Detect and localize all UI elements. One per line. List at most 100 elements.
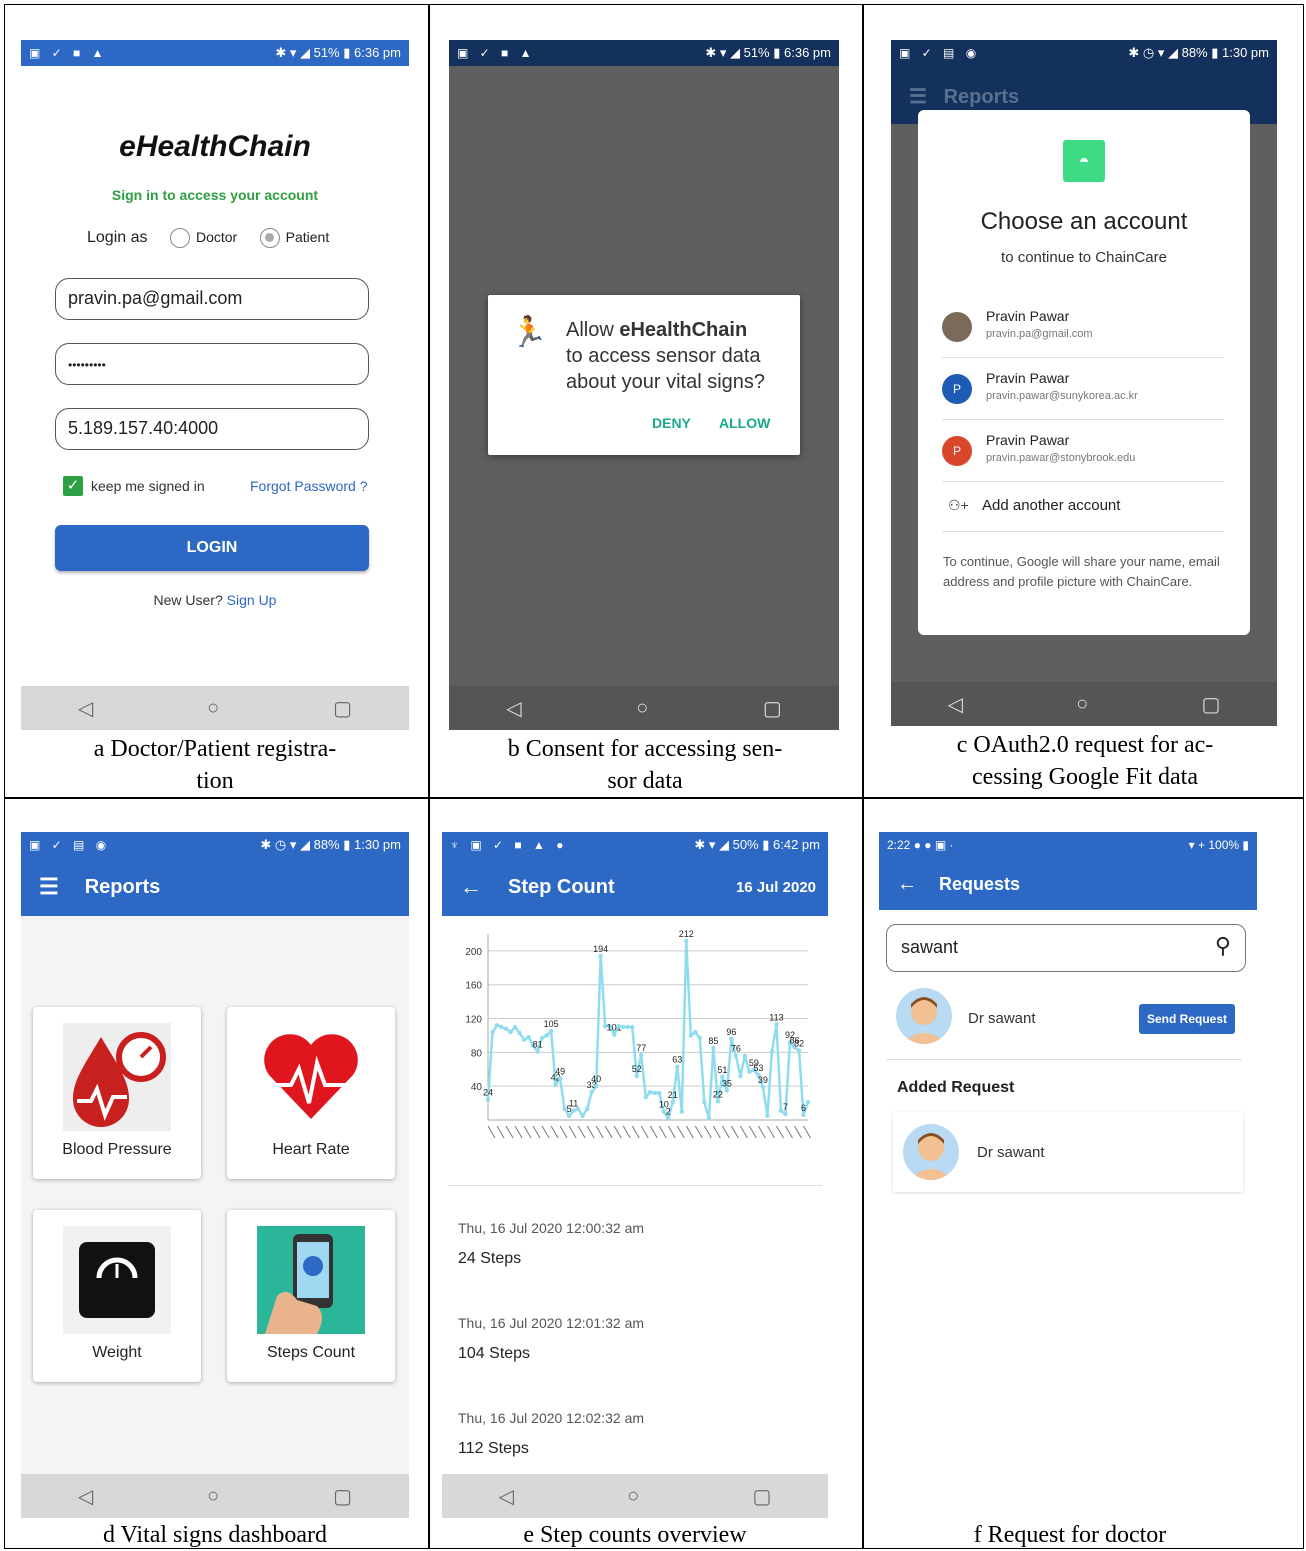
home-icon[interactable]: ○ [207,1485,219,1508]
search-value: sawant [901,937,959,957]
account-email: pravin.pa@gmail.com [986,328,1093,340]
server-address-field[interactable]: 5.189.157.40:4000 [55,408,369,450]
recents-icon[interactable]: ▢ [333,696,352,721]
search-icon[interactable]: ⚲ [1215,933,1231,959]
data-point [711,1045,716,1051]
login-button[interactable]: LOGIN [55,525,369,571]
menu-icon[interactable]: ☰ [39,874,59,900]
keep-signed-checkbox[interactable]: ✓ [63,476,83,496]
appbar-title: Step Count [508,875,615,898]
tile-blood-pressure[interactable]: Blood Pressure [33,1007,201,1179]
data-label: 22 [713,1089,723,1099]
running-person-icon: 🏃 [510,316,548,349]
radio-doctor[interactable] [169,228,190,248]
data-point [742,1053,748,1058]
data-point [684,938,689,943]
radio-patient[interactable] [259,228,280,248]
data-point [517,1030,522,1036]
data-point [634,1073,639,1079]
avatar [942,312,972,342]
recents-icon[interactable]: ▢ [752,1484,771,1509]
status-bar: ▣ ✓ ■ ▲ ✱ ▾ ◢ 51% ▮ 6:36 pm [449,40,839,66]
x-tick-label [785,1125,793,1139]
data-label: 212 [679,929,694,939]
y-tick-label: 160 [465,981,482,992]
back-icon[interactable]: ◁ [948,692,963,717]
data-label: 49 [555,1067,565,1077]
status-right: ✱ ▾ ◢ 51% ▮ 6:36 pm [275,45,401,60]
back-icon[interactable]: ◁ [499,1484,514,1509]
menu-icon: ☰ [909,86,927,108]
x-tick-label [604,1125,613,1139]
home-icon[interactable]: ○ [207,697,219,720]
tile-weight[interactable]: Weight [33,1210,201,1382]
grid-line [4,797,1304,799]
screen-requests: 2:22 ● ● ▣ · ▾ + 100% ▮ ← Requests sawan… [879,832,1257,1518]
back-icon[interactable]: ◁ [506,696,521,721]
recents-icon[interactable]: ▢ [1201,692,1220,717]
data-point [575,1106,581,1112]
x-tick-label [685,1125,694,1139]
x-tick-label [595,1125,604,1139]
entry-steps: 104 Steps [458,1345,531,1362]
x-tick-label [703,1125,712,1139]
scale-icon [63,1226,171,1334]
consent-dialog: 🏃 Allow eHealthChain to access sensor da… [488,295,800,455]
recents-icon[interactable]: ▢ [333,1484,352,1509]
status-right: ▾ + 100% ▮ [1188,838,1249,852]
x-tick-label [532,1125,541,1139]
account-item[interactable]: Pravin Pawar pravin.pa@gmail.com [942,296,1224,358]
data-label: 76 [731,1044,741,1054]
screen-dashboard: ▣ ✓ ▤ ◉ ✱ ◷ ▾ ◢ 88% ▮ 1:30 pm ☰ Reports … [21,832,409,1518]
add-account-label: Add another account [982,497,1121,514]
deny-button[interactable]: DENY [652,415,691,431]
back-arrow-icon[interactable]: ← [460,874,482,900]
send-request-button[interactable]: Send Request [1139,1004,1235,1034]
x-tick-label [586,1125,595,1139]
y-tick-label: 40 [471,1082,483,1093]
data-point [675,1064,680,1069]
email-field[interactable]: pravin.pa@gmail.com [55,278,369,320]
android-nav-bar: ◁ ○ ▢ [21,686,409,730]
tile-steps-count[interactable]: Steps Count [227,1210,395,1382]
data-point [557,1076,563,1081]
data-point [643,1094,648,1100]
data-point [580,1113,585,1118]
data-label: 105 [544,1019,559,1029]
password-field[interactable]: ••••••••• [55,343,369,385]
status-right: ✱ ◷ ▾ ◢ 88% ▮ 1:30 pm [260,837,401,852]
forgot-password-link[interactable]: Forgot Password ? [250,478,368,494]
data-point [805,1100,811,1105]
role-selector: Login as Doctor Patient [87,228,329,248]
data-point [760,1084,766,1090]
added-request-row[interactable]: Dr sawant [893,1112,1243,1192]
data-label: 21 [668,1090,678,1100]
allow-button[interactable]: ALLOW [719,415,770,431]
sign-up-link[interactable]: Sign Up [227,592,277,608]
avatar [896,988,952,1044]
account-item[interactable]: P Pravin Pawar pravin.pawar@sunykorea.ac… [942,358,1224,420]
home-icon[interactable]: ○ [636,697,648,720]
data-point [733,1053,739,1058]
back-icon[interactable]: ◁ [78,696,93,721]
caption-a: a Doctor/Patient registra- tion [30,733,400,797]
tile-heart-rate[interactable]: Heart Rate [227,1007,395,1179]
caption-e: e Step counts overview [523,1522,747,1548]
notification-icons: ♆ ▣ ✓ ■ ▲ ● [450,838,568,852]
data-point [553,1082,558,1087]
back-icon[interactable]: ◁ [78,1484,93,1509]
x-tick-label [757,1125,766,1139]
back-arrow-icon[interactable]: ← [897,873,917,896]
notification-icons: ▣ ✓ ■ ▲ [457,46,536,60]
add-account-row[interactable]: ⚇+ Add another account [942,482,1224,532]
entry-steps: 24 Steps [458,1250,522,1267]
data-point [539,1035,545,1041]
account-item[interactable]: P Pravin Pawar pravin.pawar@stonybrook.e… [942,420,1224,482]
home-icon[interactable]: ○ [1076,693,1088,716]
list-item[interactable]: Thu, 16 Jul 2020 12:01:32 am 104 Steps [442,1307,828,1397]
recents-icon[interactable]: ▢ [763,696,782,721]
list-item[interactable]: Thu, 16 Jul 2020 12:00:32 am 24 Steps [442,1212,828,1302]
search-input[interactable]: sawant ⚲ [886,924,1246,972]
x-tick-label [676,1125,685,1139]
home-icon[interactable]: ○ [627,1485,639,1508]
